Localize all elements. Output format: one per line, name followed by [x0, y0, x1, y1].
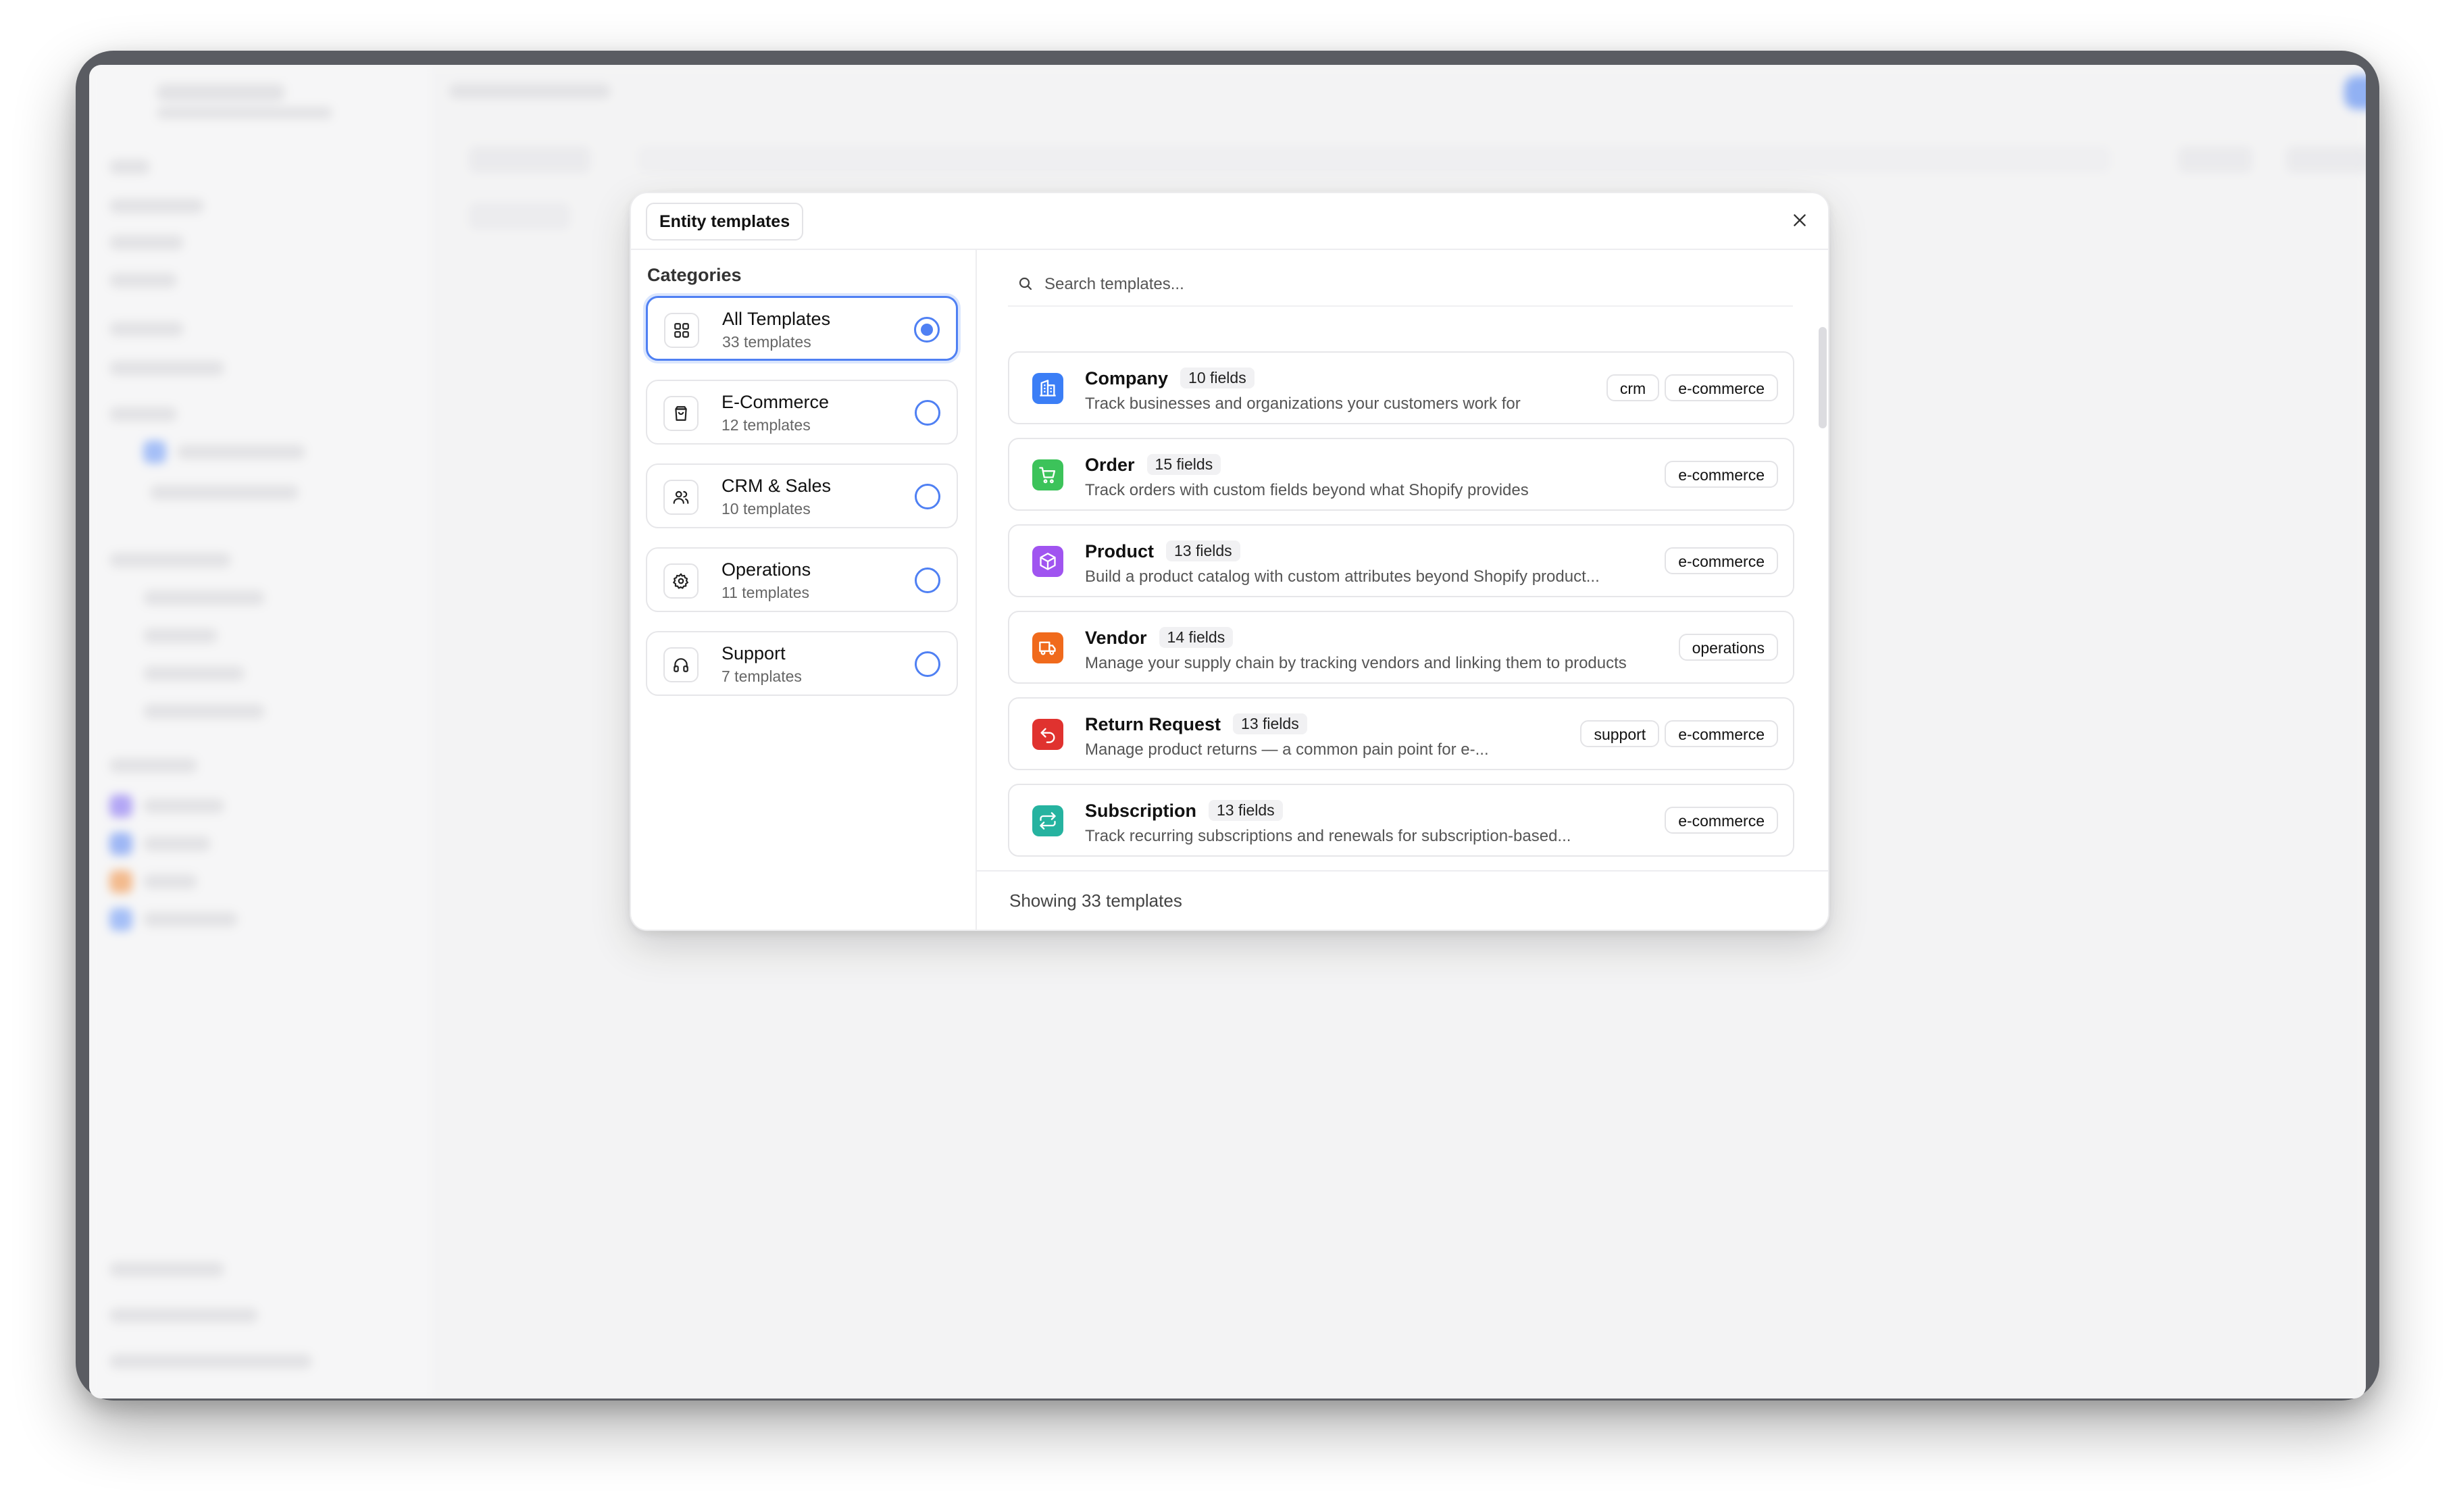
- template-list-scrollbar[interactable]: [1819, 327, 1827, 428]
- field-count-badge: 10 fields: [1180, 368, 1255, 388]
- dialog-footer: Showing 33 templates: [977, 870, 1828, 930]
- search-icon: [1019, 277, 1032, 291]
- shopping-bag-icon: [663, 396, 699, 431]
- template-description: Track recurring subscriptions and renewa…: [1085, 827, 1571, 845]
- category-radio[interactable]: [914, 317, 940, 343]
- category-crm-sales[interactable]: CRM & Sales 10 templates: [646, 463, 958, 528]
- category-name: CRM & Sales: [722, 476, 832, 496]
- categories-pane: Categories All Templates 33 templates E-…: [631, 250, 977, 930]
- categories-heading: Categories: [647, 265, 742, 285]
- building-icon: [1032, 373, 1063, 404]
- template-tags: e-commerce: [1665, 807, 1778, 834]
- category-name: Operations: [722, 559, 811, 580]
- field-count-badge: 13 fields: [1166, 540, 1240, 561]
- entity-templates-dialog: Entity templates Categories All Template…: [630, 192, 1829, 931]
- category-count: 10 templates: [722, 500, 811, 518]
- category-support[interactable]: Support 7 templates: [646, 631, 958, 696]
- category-count: 12 templates: [722, 416, 811, 434]
- close-icon: [1794, 214, 1806, 226]
- search-input[interactable]: [1043, 269, 1782, 300]
- templates-pane: Company10 fields Track businesses and or…: [977, 250, 1828, 930]
- template-description: Track businesses and organizations your …: [1085, 395, 1521, 413]
- dialog-title: Entity templates: [646, 203, 804, 241]
- category-radio[interactable]: [915, 484, 940, 509]
- category-count: 7 templates: [722, 667, 802, 685]
- category-count: 33 templates: [722, 333, 811, 351]
- template-product[interactable]: Product 13 fields Build a product catalog…: [1008, 524, 1794, 597]
- category-radio[interactable]: [915, 400, 940, 426]
- template-name: Company 10 fields: [1085, 368, 1255, 389]
- tag: e-commerce: [1665, 807, 1778, 834]
- template-vendor[interactable]: Vendor 14 fields Manage your supply chain…: [1008, 611, 1794, 684]
- template-description: Manage product returns — a common pain p…: [1085, 740, 1489, 759]
- template-description: Build a product catalog with custom attr…: [1085, 568, 1600, 586]
- template-name: Order 15 fields: [1085, 454, 1221, 476]
- template-tags: operations: [1678, 634, 1778, 661]
- template-name: Vendor 14 fields: [1085, 627, 1234, 649]
- field-count-badge: 15 fields: [1146, 454, 1221, 475]
- truck-icon: [1032, 632, 1063, 663]
- grid-icon: [664, 313, 699, 348]
- template-description: Manage your supply chain by tracking ven…: [1085, 654, 1627, 672]
- cart-icon: [1032, 459, 1063, 490]
- tag: support: [1580, 720, 1660, 747]
- template-company[interactable]: Company 10 fields Track businesses and or…: [1008, 351, 1794, 424]
- template-tags: e-commerce: [1665, 547, 1778, 574]
- tag: e-commerce: [1665, 720, 1778, 747]
- package-icon: [1032, 546, 1063, 577]
- close-button[interactable]: [1785, 205, 1815, 235]
- template-name: Return Request 13 fields: [1085, 713, 1307, 735]
- template-subscription[interactable]: Subscription 13 fields Track recurring su…: [1008, 784, 1794, 857]
- tag: e-commerce: [1665, 461, 1778, 488]
- users-icon: [663, 480, 699, 515]
- template-tags: support e-commerce: [1580, 720, 1778, 747]
- repeat-icon: [1032, 805, 1063, 836]
- category-all-templates[interactable]: All Templates 33 templates: [646, 296, 958, 361]
- gear-icon: [663, 563, 699, 599]
- dialog-header: Entity templates: [631, 193, 1828, 250]
- tag: e-commerce: [1665, 547, 1778, 574]
- template-name: Product 13 fields: [1085, 540, 1240, 562]
- template-name: Subscription 13 fields: [1085, 800, 1283, 822]
- radio-selected-dot: [921, 324, 933, 336]
- template-tags: e-commerce: [1665, 461, 1778, 488]
- template-return-request[interactable]: Return Request 13 fields Manage product r…: [1008, 697, 1794, 770]
- template-description: Track orders with custom fields beyond w…: [1085, 481, 1529, 499]
- category-name: E-Commerce: [722, 392, 830, 412]
- showing-count: Showing 33 templates: [1009, 890, 1182, 911]
- template-order[interactable]: Order 15 fields Track orders with custom …: [1008, 438, 1794, 511]
- field-count-badge: 13 fields: [1209, 800, 1283, 821]
- tag: operations: [1678, 634, 1778, 661]
- undo-icon: [1032, 719, 1063, 750]
- category-list: All Templates 33 templates E-Commerce 12…: [646, 296, 958, 715]
- category-name: All Templates: [722, 309, 831, 329]
- category-name: Support: [722, 643, 786, 663]
- category-count: 11 templates: [722, 584, 809, 601]
- tag: e-commerce: [1665, 374, 1778, 401]
- category-operations[interactable]: Operations 11 templates: [646, 547, 958, 612]
- category-radio[interactable]: [915, 568, 940, 593]
- category-radio[interactable]: [915, 651, 940, 677]
- field-count-badge: 14 fields: [1159, 627, 1234, 648]
- template-tags: crm e-commerce: [1606, 374, 1778, 401]
- field-count-badge: 13 fields: [1233, 713, 1307, 734]
- category-e-commerce[interactable]: E-Commerce 12 templates: [646, 380, 958, 445]
- template-list: Company 10 fields Track businesses and or…: [1008, 351, 1794, 865]
- search-box: [1008, 262, 1793, 307]
- headphones-icon: [663, 647, 699, 682]
- tag: crm: [1606, 374, 1660, 401]
